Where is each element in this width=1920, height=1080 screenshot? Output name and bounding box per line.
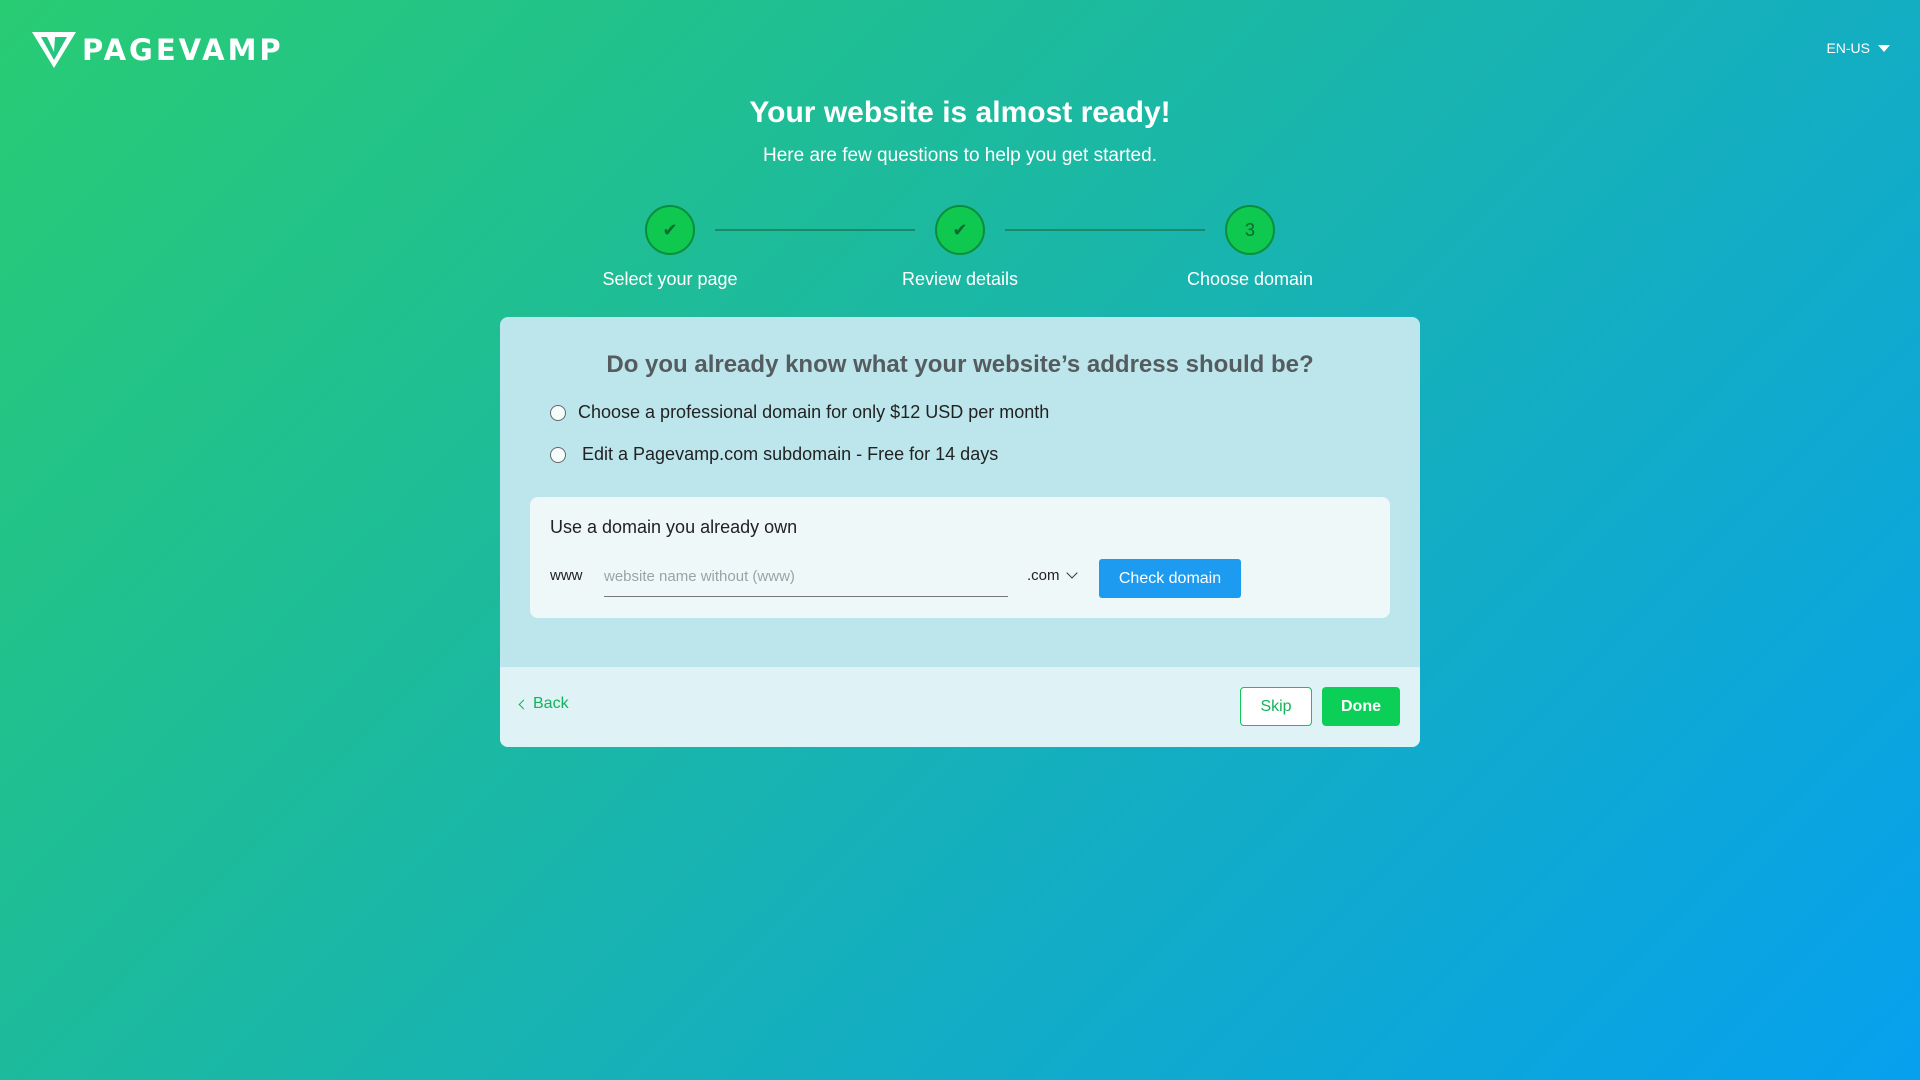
step-label: Select your page xyxy=(602,269,738,289)
own-domain-title: Use a domain you already own xyxy=(550,517,798,537)
domain-question: Do you already know what your website’s … xyxy=(606,351,1314,378)
top-bar: PAGEVAMP EN-US xyxy=(0,0,1920,100)
check-domain-button[interactable]: Check domain xyxy=(1099,559,1241,598)
language-label: EN-US xyxy=(1826,40,1870,56)
tld-dropdown[interactable]: .com xyxy=(1027,567,1078,584)
step-review-details: ✔ Review details xyxy=(860,205,1060,290)
page-subtitle: Here are few questions to help you get s… xyxy=(763,145,1157,166)
option-subdomain[interactable]: Edit a Pagevamp.com subdomain - Free for… xyxy=(550,444,998,465)
pagevamp-logo-icon xyxy=(32,32,76,68)
step-label: Review details xyxy=(901,269,1019,289)
done-button[interactable]: Done xyxy=(1322,687,1400,726)
own-domain-panel: Use a domain you already own www .com Ch… xyxy=(530,497,1390,618)
tld-value: .com xyxy=(1027,567,1060,584)
progress-stepper: ✔ Select your page ✔ Review details 3 Ch… xyxy=(560,205,1360,295)
skip-button[interactable]: Skip xyxy=(1240,687,1312,726)
chevron-left-icon xyxy=(518,699,529,709)
radio-button[interactable] xyxy=(550,446,566,463)
chevron-down-icon xyxy=(1065,567,1078,579)
domain-name-input[interactable] xyxy=(604,557,1008,597)
radio-button[interactable] xyxy=(550,404,566,421)
brand-logo[interactable]: PAGEVAMP xyxy=(30,30,284,70)
option-label: Choose a professional domain for only $1… xyxy=(578,402,1050,422)
caret-down-icon xyxy=(1878,44,1890,52)
check-icon: ✔ xyxy=(935,205,985,255)
step-label: Choose domain xyxy=(1186,269,1314,289)
page-title: Your website is almost ready! xyxy=(749,96,1171,129)
www-prefix: www xyxy=(550,567,583,584)
step-select-page: ✔ Select your page xyxy=(570,205,770,290)
check-icon: ✔ xyxy=(645,205,695,255)
back-link[interactable]: Back xyxy=(518,695,569,713)
option-label: Edit a Pagevamp.com subdomain - Free for… xyxy=(582,444,999,464)
brand-name: PAGEVAMP xyxy=(82,33,284,67)
step-number: 3 xyxy=(1225,205,1275,255)
back-label: Back xyxy=(533,695,569,712)
card-footer: Back Skip Done xyxy=(500,667,1420,747)
language-selector[interactable]: EN-US xyxy=(1826,40,1890,56)
domain-card: Do you already know what your website’s … xyxy=(500,317,1420,747)
card-body: Do you already know what your website’s … xyxy=(500,317,1420,667)
step-choose-domain: 3 Choose domain xyxy=(1150,205,1350,290)
option-professional-domain[interactable]: Choose a professional domain for only $1… xyxy=(550,402,1049,423)
